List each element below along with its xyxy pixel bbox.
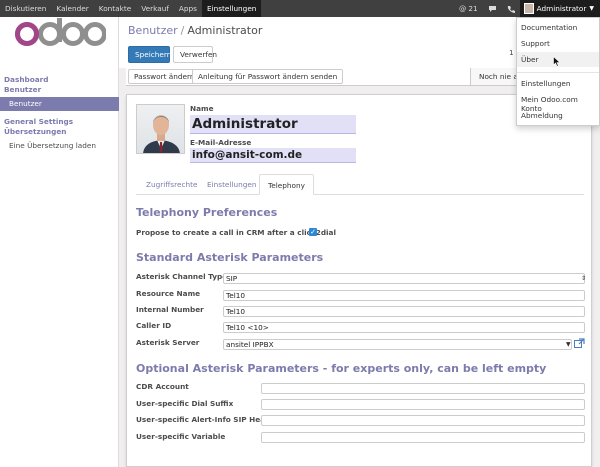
sidebar-section-dashboard[interactable]: Dashboard [4,75,49,84]
optional-asterisk-title: Optional Asterisk Parameters - for exper… [136,362,547,375]
standard-asterisk-title: Standard Asterisk Parameters [136,251,324,264]
name-input[interactable]: Administrator [190,115,356,134]
email-input[interactable]: info@ansit-com.de [190,148,356,163]
checkmark-icon: ✓ [310,228,316,236]
phone-icon [507,5,515,13]
click2dial-label: Propose to create a call in CRM after a … [136,228,336,237]
caller-id-label: Caller ID [136,321,172,330]
change-password-button[interactable]: Passwort ändern [128,69,201,84]
menu-verkauf[interactable]: Verkauf [136,0,174,17]
external-link-icon[interactable] [574,338,585,348]
app-menu: Diskutieren Kalender Kontakte Verkauf Ap… [0,0,262,17]
channel-type-select[interactable]: SIP [223,273,585,284]
menu-apps[interactable]: Apps [174,0,202,17]
odoo-logo[interactable] [14,16,106,50]
email-label: E-Mail-Adresse [190,138,252,147]
at-icon: @ [459,4,467,13]
top-navbar: Diskutieren Kalender Kontakte Verkauf Ap… [0,0,600,17]
dropdown-divider [517,72,599,73]
breadcrumb-current: Administrator [187,24,263,37]
notification-counter[interactable]: @ 21 [454,0,483,17]
breadcrumb-separator: / [180,24,185,37]
resource-name-input[interactable]: Tel10 [223,290,585,301]
dial-suffix-input[interactable] [261,399,585,410]
sidebar-item-uebersetzung-laden[interactable]: Eine Übersetzung laden [0,139,119,153]
chat-button[interactable] [483,5,502,13]
save-button[interactable]: Speichern [128,46,171,63]
topbar-right: @ 21 Administrator ▼ [454,0,600,17]
menu-item-support[interactable]: Support [521,39,550,48]
telephony-preferences-title: Telephony Preferences [136,206,278,219]
breadcrumb-parent[interactable]: Benutzer [128,24,178,37]
phone-button[interactable] [502,5,520,13]
user-variable-input[interactable] [261,432,585,443]
discard-button[interactable]: Verwerfen [173,46,217,63]
user-name: Administrator [536,4,587,13]
cdr-account-label: CDR Account [136,382,189,391]
menu-item-preferences[interactable]: Einstellungen [521,79,570,88]
mouse-cursor-icon [553,56,561,67]
dial-suffix-label: User-specific Dial Suffix [136,399,234,408]
menu-kalender[interactable]: Kalender [51,0,93,17]
internal-number-label: Internal Number [136,305,204,314]
menu-item-documentation[interactable]: Documentation [521,23,577,32]
asterisk-server-label: Asterisk Server [136,338,200,347]
name-label: Name [190,104,214,113]
notification-count: 21 [468,4,478,13]
select-arrows-icon: ⇕ [581,275,587,282]
tab-zugriffsrechte[interactable]: Zugriffsrechte [138,174,205,195]
asterisk-server-select[interactable]: ansitel IPPBX [223,339,572,350]
sidebar-section-uebersetzungen[interactable]: Übersetzungen [4,127,66,136]
user-photo[interactable] [136,104,185,154]
caller-id-input[interactable]: Tel10 <10> [223,322,585,333]
user-variable-label: User-specific Variable [136,432,226,441]
resource-name-label: Resource Name [136,289,201,298]
send-reset-instructions-button[interactable]: Anleitung für Passwort ändern senden [192,69,344,84]
menu-kontakte[interactable]: Kontakte [94,0,136,17]
sidebar-section-general-settings[interactable]: General Settings [4,117,73,126]
chevron-down-icon: ▼ [566,341,571,348]
cdr-account-input[interactable] [261,383,585,394]
internal-number-input[interactable]: Tel10 [223,306,585,317]
menu-einstellungen[interactable]: Einstellungen [201,0,262,17]
chat-icon [488,5,496,12]
click2dial-checkbox[interactable]: ✓ [309,228,317,236]
alert-info-label: User-specific Alert-Info SIP Header [136,415,279,424]
menu-item-about[interactable]: Über [521,55,538,64]
menu-diskutieren[interactable]: Diskutieren [0,0,51,17]
menu-item-logout[interactable]: Abmeldung [521,111,563,120]
sidebar-item-benutzer[interactable]: Benutzer [0,97,119,111]
user-avatar [523,3,534,14]
sidebar-section-benutzer[interactable]: Benutzer [4,85,41,94]
person-portrait-icon [143,115,180,153]
breadcrumb: Benutzer / Administrator [128,24,262,37]
alert-info-input[interactable] [261,415,585,426]
user-menu-toggle[interactable]: Administrator ▼ [519,0,600,17]
channel-type-label: Asterisk Channel Type [136,272,228,281]
tab-einstellungen[interactable]: Einstellungen [199,174,264,195]
caret-down-icon: ▼ [589,5,594,12]
tab-telephony[interactable]: Telephony [259,174,314,195]
